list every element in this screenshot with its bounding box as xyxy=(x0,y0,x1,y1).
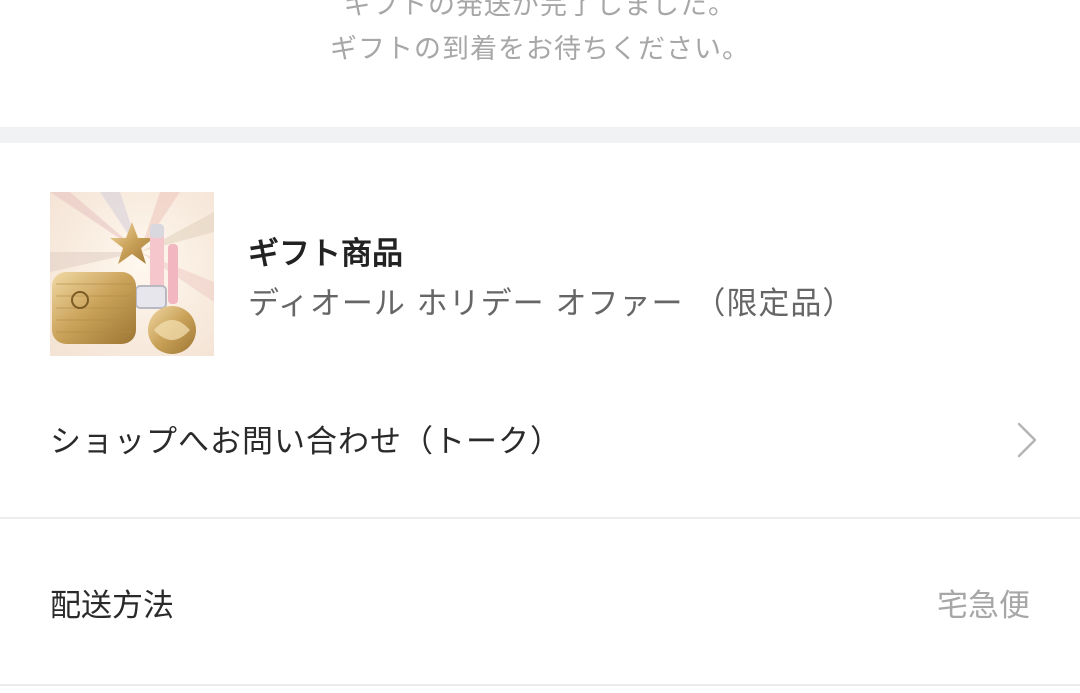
shop-contact-label: ショップへお問い合わせ（トーク） xyxy=(50,424,562,460)
shipping-method-label: 配送方法 xyxy=(50,588,174,624)
shop-contact-row[interactable]: ショップへお問い合わせ（トーク） xyxy=(0,400,1080,478)
notice-line-2: ギフトの到着をお待ちください。 xyxy=(330,34,750,65)
section-separator xyxy=(0,127,1080,143)
gift-status-notice: ギフトの発送が完了しました。 ギフトの到着をお待ちください。 xyxy=(0,0,1080,72)
notice-line-1: ギフトの発送が完了しました。 xyxy=(344,0,736,21)
chevron-right-icon xyxy=(1017,422,1037,458)
product-image xyxy=(50,192,214,356)
product-name: ディオール ホリデー オファー （限定品） xyxy=(248,286,855,322)
row-divider xyxy=(0,517,1080,519)
shipping-method-value: 宅急便 xyxy=(937,588,1030,624)
product-title: ギフト商品 xyxy=(248,236,403,272)
row-divider xyxy=(0,684,1080,686)
